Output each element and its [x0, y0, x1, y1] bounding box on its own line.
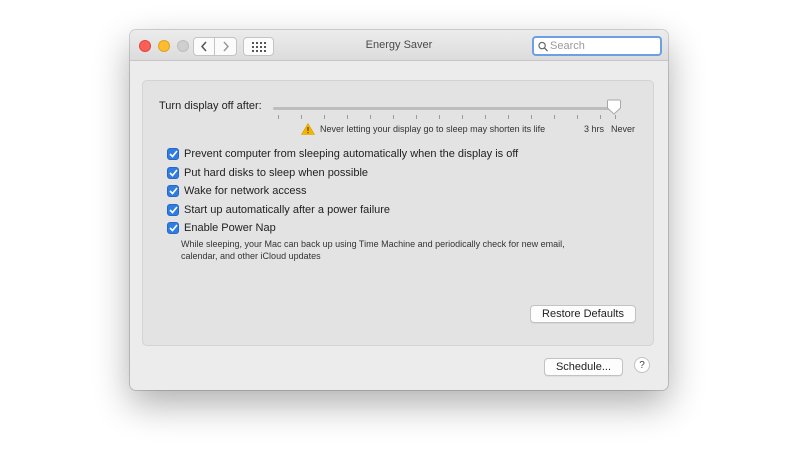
- slider-tick: [324, 115, 325, 119]
- slider-tick: [600, 115, 601, 119]
- display-sleep-slider[interactable]: [273, 107, 615, 110]
- display-sleep-label: Turn display off after:: [159, 100, 262, 112]
- slider-tick: [301, 115, 302, 119]
- checkbox-prevent-sleep[interactable]: Prevent computer from sleeping automatic…: [167, 148, 518, 160]
- checkmark-icon: [168, 150, 178, 158]
- checkbox-label: Prevent computer from sleeping automatic…: [184, 148, 519, 160]
- slider-tick: [439, 115, 440, 119]
- checkbox-label: Wake for network access: [184, 185, 307, 197]
- search-icon: [538, 41, 548, 51]
- slider-tick: [554, 115, 555, 119]
- settings-panel: Turn display off after: Never letting yo…: [142, 80, 654, 346]
- slider-tick: [278, 115, 279, 119]
- checkbox[interactable]: [167, 148, 179, 160]
- slider-tick: [462, 115, 463, 119]
- tick-label-3hrs: 3 hrs: [584, 124, 605, 134]
- schedule-button[interactable]: Schedule...: [544, 358, 623, 376]
- energy-saver-window: Energy Saver Turn display off after:: [130, 30, 668, 390]
- checkmark-icon: [168, 206, 178, 214]
- checkbox-label: Enable Power Nap: [184, 222, 276, 234]
- checkmark-icon: [168, 169, 178, 177]
- checkbox[interactable]: [167, 167, 179, 179]
- restore-defaults-button[interactable]: Restore Defaults: [530, 305, 636, 323]
- slider-tick: [416, 115, 417, 119]
- checkbox[interactable]: [167, 222, 179, 234]
- checkbox-label: Start up automatically after a power fai…: [184, 204, 391, 216]
- checkbox-power-nap[interactable]: Enable Power Nap: [167, 222, 276, 234]
- checkbox-startup-power-failure[interactable]: Start up automatically after a power fai…: [167, 204, 390, 216]
- slider-tick: [508, 115, 509, 119]
- tick-label-never: Never: [611, 124, 636, 134]
- slider-tick: [615, 115, 616, 119]
- slider-thumb[interactable]: [607, 99, 621, 115]
- checkbox[interactable]: [167, 204, 179, 216]
- slider-tick: [485, 115, 486, 119]
- slider-tick: [531, 115, 532, 119]
- search-input[interactable]: [550, 40, 660, 52]
- checkbox-label: Put hard disks to sleep when possible: [184, 167, 369, 179]
- checkmark-icon: [168, 224, 178, 232]
- slider-tick: [577, 115, 578, 119]
- warning-icon: [301, 123, 315, 135]
- help-button[interactable]: ?: [634, 357, 650, 373]
- checkbox[interactable]: [167, 185, 179, 197]
- search-field[interactable]: [532, 36, 662, 56]
- checkbox-wake-network[interactable]: Wake for network access: [167, 185, 306, 197]
- warning-text: Never letting your display go to sleep m…: [320, 124, 546, 134]
- display-sleep-warning: Never letting your display go to sleep m…: [301, 123, 545, 135]
- slider-tick: [347, 115, 348, 119]
- slider-tick: [393, 115, 394, 119]
- checkbox-hard-disks[interactable]: Put hard disks to sleep when possible: [167, 167, 368, 179]
- title-bar: Energy Saver: [130, 30, 668, 61]
- checkmark-icon: [168, 187, 178, 195]
- power-nap-description: While sleeping, your Mac can back up usi…: [181, 239, 565, 261]
- slider-tick: [370, 115, 371, 119]
